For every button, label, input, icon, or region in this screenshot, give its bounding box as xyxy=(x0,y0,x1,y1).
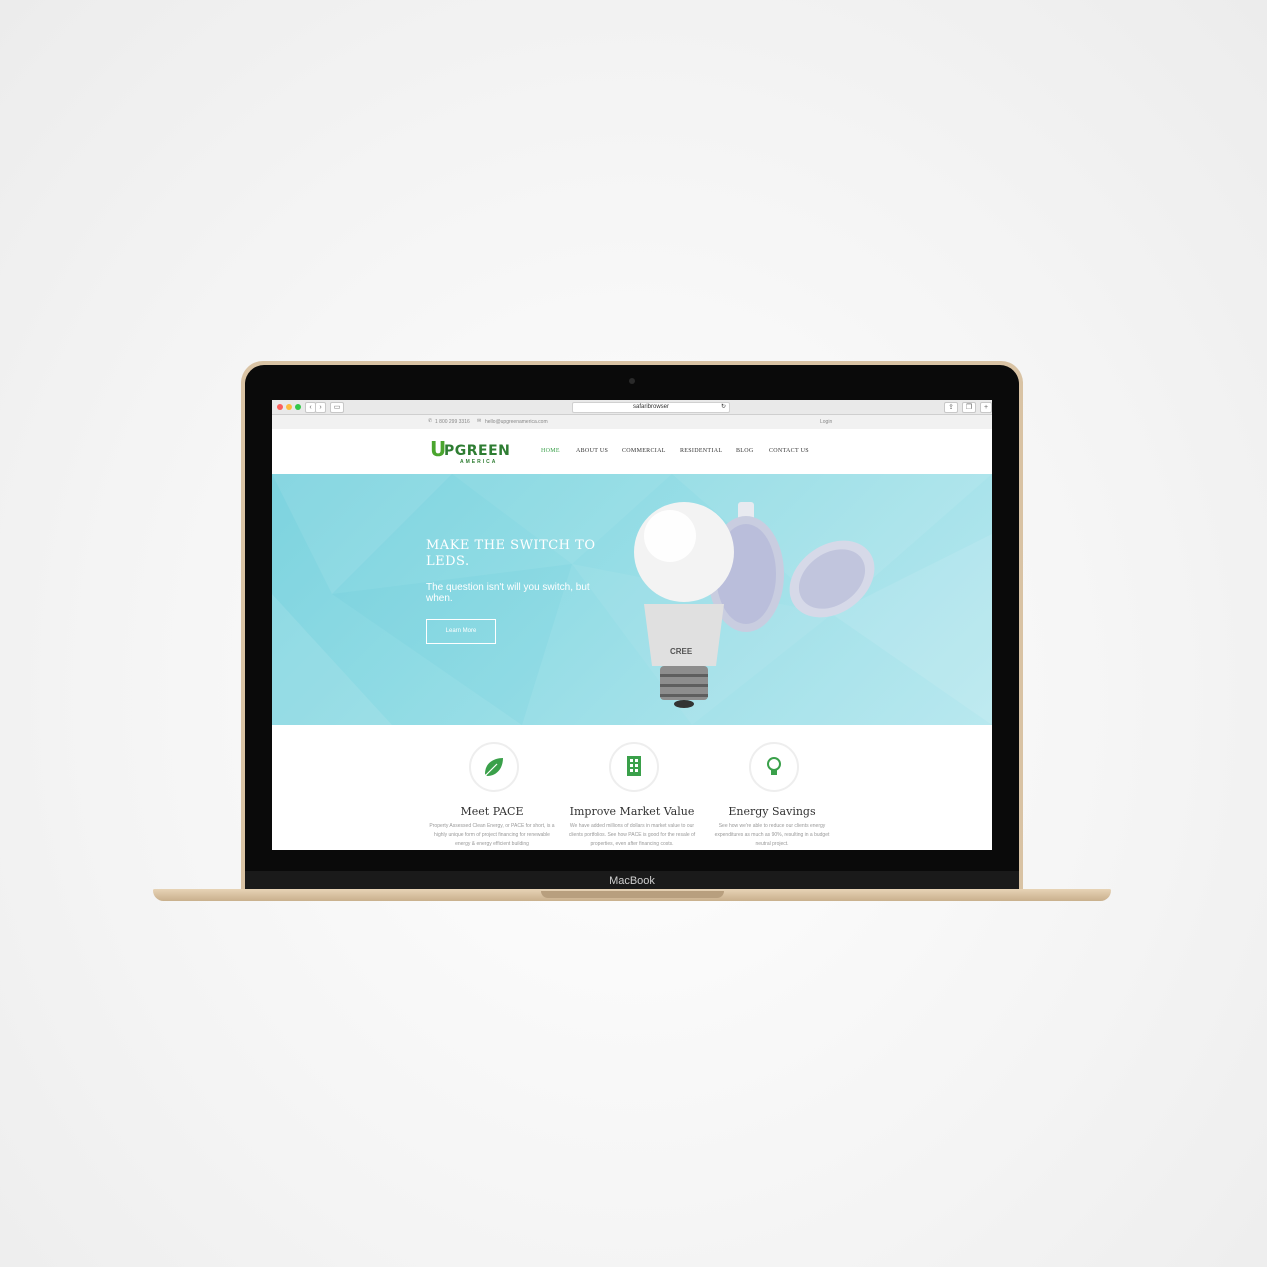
close-window-button[interactable] xyxy=(277,404,283,410)
device-label: MacBook xyxy=(609,875,655,887)
lightbulb-icon xyxy=(767,757,781,775)
tabs-button[interactable]: ❐ xyxy=(962,402,976,413)
sidebar-icon: ▭ xyxy=(333,404,341,411)
login-link[interactable]: Login xyxy=(820,419,832,425)
chevron-right-icon: › xyxy=(319,404,322,411)
hero-subtitle: The question isn't will you switch, but … xyxy=(426,582,590,604)
screen: ‹ › ▭ safaribrowser ↻ ⇪ ❐ + ✆ 1 800 299 … xyxy=(272,400,992,850)
minimize-window-button[interactable] xyxy=(286,404,292,410)
building-icon xyxy=(627,756,641,776)
feature-icon-circle[interactable] xyxy=(469,742,519,792)
email-icon: ✉ xyxy=(477,418,482,424)
feature-desc-pace: Property Assessed Clean Energy, or PACE … xyxy=(429,823,555,847)
share-button[interactable]: ⇪ xyxy=(944,402,958,413)
zoom-window-button[interactable] xyxy=(295,404,301,410)
feature-icon-circle[interactable] xyxy=(749,742,799,792)
nav-home[interactable]: HOME xyxy=(541,448,560,454)
site-topbar: ✆ 1 800 299 3316 ✉ hello@upgreenamerica.… xyxy=(272,415,992,429)
reload-icon[interactable]: ↻ xyxy=(721,403,726,412)
phone-icon: ✆ xyxy=(428,418,433,424)
nav-contact-us[interactable]: CONTACT US xyxy=(769,448,809,454)
laptop-notch xyxy=(541,891,724,898)
address-bar[interactable]: safaribrowser ↻ xyxy=(572,402,730,413)
hero-title: MAKE THE SWITCH TO LEDS. xyxy=(426,538,596,569)
plus-icon: + xyxy=(983,404,989,411)
feature-title-energy-savings: Energy Savings xyxy=(728,805,816,818)
url-text: safaribrowser xyxy=(632,404,669,410)
camera-icon xyxy=(629,378,635,384)
nav-commercial[interactable]: COMMERCIAL xyxy=(622,448,666,454)
feature-icon-circle[interactable] xyxy=(609,742,659,792)
new-tab-button[interactable]: + xyxy=(980,402,992,413)
learn-more-button[interactable]: Learn More xyxy=(426,619,496,644)
forward-button[interactable]: › xyxy=(315,402,326,413)
sidebar-button[interactable]: ▭ xyxy=(330,402,344,413)
feature-title-pace: Meet PACE xyxy=(460,805,524,818)
logo-subtitle: AMERICA xyxy=(460,459,498,465)
browser-toolbar: ‹ › ▭ safaribrowser ↻ ⇪ ❐ + xyxy=(272,400,992,415)
chevron-left-icon: ‹ xyxy=(309,404,312,411)
laptop-chin: MacBook xyxy=(245,871,1019,891)
hero-banner: CREE MAKE THE SWITCH TO LEDS. The questi… xyxy=(272,474,992,725)
leaf-icon xyxy=(484,758,503,777)
nav-residential[interactable]: RESIDENTIAL xyxy=(680,448,722,454)
bulb-heatsink xyxy=(644,604,724,666)
features-section: Meet PACE Improve Market Value Energy Sa… xyxy=(272,725,992,850)
logo-wordmark: PGREEN xyxy=(444,443,511,459)
nav-about-us[interactable]: ABOUT US xyxy=(576,448,608,454)
feature-desc-energy-savings: See how we're able to reduce our clients… xyxy=(714,823,830,847)
led-bulbs-image xyxy=(634,502,875,708)
feature-title-market-value: Improve Market Value xyxy=(569,805,695,818)
feature-desc-market-value: We have added millions of dollars in mar… xyxy=(568,823,696,847)
phone-number[interactable]: 1 800 299 3316 xyxy=(435,419,470,425)
email-link[interactable]: hello@upgreenamerica.com xyxy=(485,419,548,425)
share-icon: ⇪ xyxy=(948,404,954,411)
site-header: U PGREEN AMERICA HOME ABOUT US COMMERCIA… xyxy=(272,429,992,474)
bulb-brand-label: CREE xyxy=(670,647,693,656)
nav-blog[interactable]: BLOG xyxy=(736,448,754,454)
tabs-icon: ❐ xyxy=(965,404,973,411)
